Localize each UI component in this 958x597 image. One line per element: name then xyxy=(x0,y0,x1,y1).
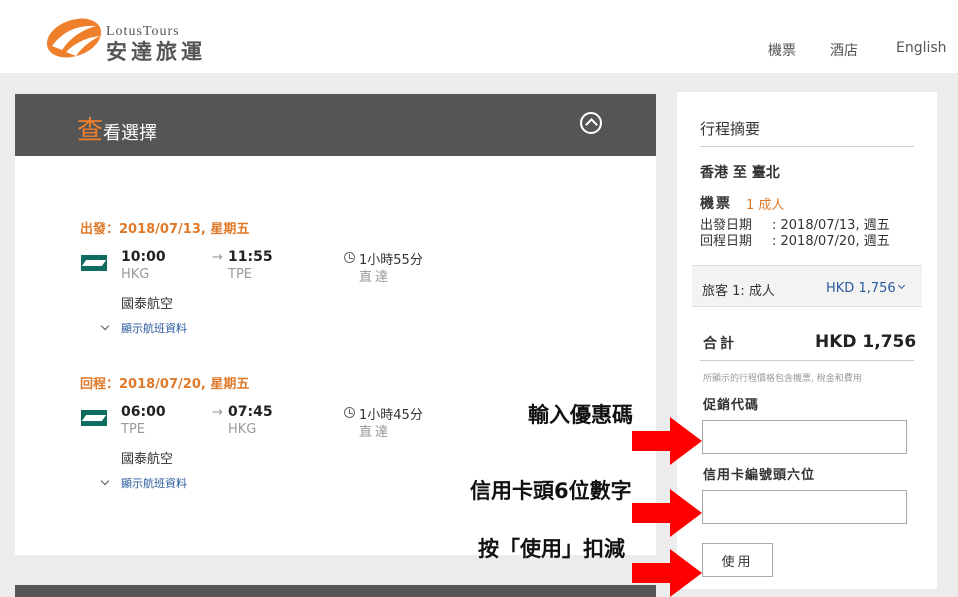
panel-title-rest: 看選擇 xyxy=(103,123,158,143)
nav-english[interactable]: English xyxy=(896,40,947,56)
chevron-down-icon[interactable] xyxy=(897,281,906,290)
return-arrive-code: HKG xyxy=(228,422,257,437)
promo-code-label: 促銷代碼 xyxy=(703,398,760,413)
price-note: 所顯示的行程價格包含機票, 稅金和費用 xyxy=(703,374,862,384)
logo-chinese-text: 安達旅運 xyxy=(106,40,206,64)
outbound-arrive-code: TPE xyxy=(228,267,252,282)
return-airline: 國泰航空 xyxy=(121,452,174,467)
summary-title: 行程摘要 xyxy=(700,120,761,138)
total-label: 合計 xyxy=(703,336,737,352)
annotation-promo-text: 輸入優惠碼 xyxy=(528,403,633,427)
ticket-label: 機票 xyxy=(700,196,732,212)
collapse-up-icon[interactable] xyxy=(580,112,602,134)
annotation-apply-text: 按「使用」扣減 xyxy=(478,537,625,561)
red-arrow-icon xyxy=(632,417,702,465)
red-arrow-icon xyxy=(632,489,702,537)
lotus-tours-logo[interactable]: LotusTours 安達旅運 xyxy=(44,14,234,64)
cathay-pacific-logo-icon xyxy=(81,255,107,271)
clock-icon xyxy=(344,407,355,418)
outbound-arrive-time: 11:55 xyxy=(228,249,273,265)
nav-hotels[interactable]: 酒店 xyxy=(830,40,858,60)
route-text: 香港 至 臺北 xyxy=(700,165,780,181)
red-arrow-icon xyxy=(632,549,702,597)
divider xyxy=(700,360,914,361)
clock-icon xyxy=(344,252,355,263)
return-date-label: 回程日期 xyxy=(700,234,753,249)
divider xyxy=(700,146,914,147)
nav-flights[interactable]: 機票 xyxy=(768,40,796,60)
card-prefix-input[interactable] xyxy=(702,490,907,524)
panel-title-first-char: 查 xyxy=(77,116,104,145)
promo-code-input[interactable] xyxy=(702,420,907,454)
cathay-pacific-logo-icon xyxy=(81,410,107,426)
outbound-stops: 直達 xyxy=(359,270,392,285)
outbound-depart-time: 10:00 xyxy=(121,249,166,265)
outbound-show-flight-details-link[interactable]: 顯示航班資料 xyxy=(121,320,187,336)
next-section-header xyxy=(15,585,656,597)
return-arrive-time: 07:45 xyxy=(228,404,273,420)
arrow-right-icon: → xyxy=(212,250,223,265)
trip-summary-panel: 行程摘要 香港 至 臺北 機票 1 成人 出發日期 : 2018/07/13, … xyxy=(677,92,937,589)
lotus-logo-icon xyxy=(46,18,102,58)
panel-title: 查看選擇 xyxy=(77,110,157,147)
ticket-count: 1 成人 xyxy=(746,198,785,213)
return-depart-time: 06:00 xyxy=(121,404,166,420)
apply-button[interactable]: 使用 xyxy=(702,543,773,577)
chevron-down-icon[interactable] xyxy=(100,321,110,331)
annotation-card-text: 信用卡頭6位數字 xyxy=(470,479,632,503)
return-show-flight-details-link[interactable]: 顯示航班資料 xyxy=(121,475,187,491)
return-leg-title: 回程：2018/07/20, 星期五 xyxy=(80,377,250,392)
outbound-airline: 國泰航空 xyxy=(121,297,174,312)
return-depart-code: TPE xyxy=(121,422,145,437)
arrow-right-icon: → xyxy=(212,405,223,420)
return-date-value: : 2018/07/20, 週五 xyxy=(772,234,890,249)
return-stops: 直達 xyxy=(359,425,392,440)
outbound-depart-code: HKG xyxy=(121,267,150,282)
site-header: LotusTours 安達旅運 機票 酒店 English xyxy=(0,0,958,73)
outbound-leg-title: 出發：2018/07/13, 星期五 xyxy=(80,222,250,237)
chevron-down-icon[interactable] xyxy=(100,476,110,486)
return-date-row: 回程日期 : 2018/07/20, 週五 xyxy=(700,230,890,249)
traveler-price-row[interactable]: 旅客 1: 成人 HKD 1,756 xyxy=(692,265,922,307)
traveler-price[interactable]: HKD 1,756 xyxy=(826,281,896,296)
card-prefix-label: 信用卡編號頭六位 xyxy=(703,468,816,483)
total-value: HKD 1,756 xyxy=(815,332,917,352)
traveler-label: 旅客 1: 成人 xyxy=(702,284,775,299)
panel-header: 查看選擇 xyxy=(15,94,656,156)
